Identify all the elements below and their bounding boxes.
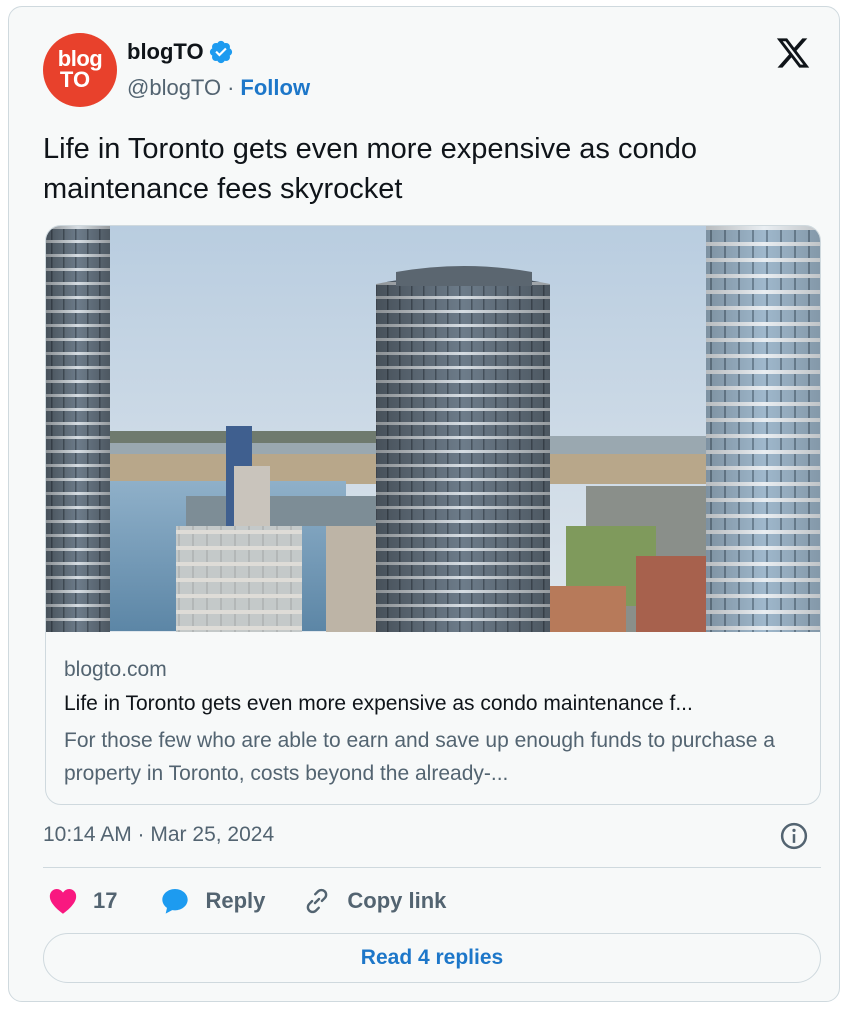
- info-icon[interactable]: [779, 821, 809, 851]
- link-domain: blogto.com: [64, 658, 167, 681]
- like-button[interactable]: 17: [47, 885, 117, 917]
- author-handle-row: @blogTO · Follow: [127, 75, 310, 101]
- link-description: For those few who are able to earn and s…: [64, 729, 775, 785]
- follow-button[interactable]: Follow: [240, 75, 310, 101]
- heart-icon: [49, 889, 77, 914]
- embedded-tweet-card: blog TO blogTO @blogTO · Follow Life in …: [8, 6, 840, 1002]
- article-photo: [46, 226, 820, 632]
- author-name-row: blogTO: [127, 39, 234, 65]
- read-replies-label: Read 4 replies: [360, 946, 504, 969]
- tweet-text: Life in Toronto gets even more expensive…: [43, 133, 697, 205]
- link-preview-card[interactable]: blogto.com Life in Toronto gets even mor…: [45, 225, 821, 805]
- divider: [43, 867, 821, 868]
- read-replies-button[interactable]: Read 4 replies: [43, 933, 821, 983]
- reply-button[interactable]: Reply: [159, 885, 265, 917]
- link-title: Life in Toronto gets even more expensive…: [64, 692, 693, 715]
- reply-label: Reply: [205, 888, 266, 913]
- action-bar: 17 Reply Copy link: [47, 883, 446, 919]
- avatar-text-line2: TO: [59, 67, 91, 92]
- author-handle[interactable]: @blogTO: [127, 75, 221, 101]
- copy-link-label: Copy link: [347, 888, 447, 913]
- like-count: 17: [93, 888, 118, 913]
- copy-link-button[interactable]: Copy link: [301, 885, 446, 917]
- verified-badge-icon: [209, 40, 232, 64]
- author-avatar[interactable]: blog TO: [43, 33, 117, 107]
- tweet-timestamp[interactable]: 10:14 AM · Mar 25, 2024: [43, 823, 274, 847]
- author-name[interactable]: blogTO: [127, 39, 204, 65]
- link-icon: [307, 888, 328, 914]
- x-logo-icon[interactable]: [775, 35, 811, 71]
- reply-bubble-icon: [162, 889, 189, 914]
- separator-dot: ·: [227, 75, 235, 100]
